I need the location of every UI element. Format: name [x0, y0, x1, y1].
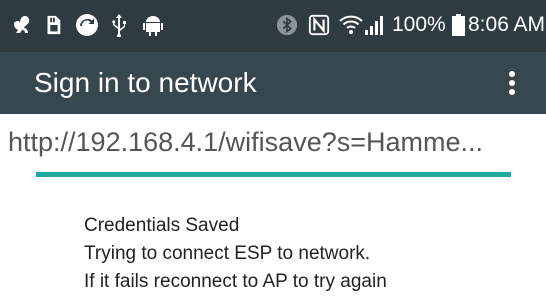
bluetooth-icon: [274, 12, 300, 38]
more-vert-icon: [509, 71, 515, 95]
page-title: Sign in to network: [34, 67, 257, 98]
usb-icon: [106, 12, 132, 38]
cell-signal-icon: [362, 12, 388, 38]
page-content: Credentials Saved Trying to connect ESP …: [84, 212, 534, 296]
status-message-retry: If it fails reconnect to AP to try again: [84, 271, 387, 292]
nfc-icon: [306, 12, 332, 38]
battery-percent: 100%: [392, 13, 446, 36]
app-bar: Sign in to network: [0, 52, 546, 114]
status-message-connecting: Trying to connect ESP to network.: [84, 243, 371, 264]
url-bar[interactable]: http://192.168.4.1/wifisave?s=Hamme...: [0, 114, 546, 172]
sync-icon: [74, 12, 100, 38]
more-options-button[interactable]: [492, 63, 532, 103]
sd-card-icon: [40, 12, 66, 38]
battery-icon: [450, 12, 466, 38]
wifi-icon: [338, 12, 364, 38]
android-icon: [140, 12, 166, 38]
clock-time: 8:06 AM: [468, 13, 546, 36]
squirrel-icon: [8, 12, 34, 38]
status-bar: 100% 8:06 AM: [0, 0, 546, 52]
page-load-progress: [36, 172, 511, 177]
url-text: http://192.168.4.1/wifisave?s=Hamme...: [8, 127, 484, 157]
status-message-saved: Credentials Saved: [84, 215, 240, 236]
